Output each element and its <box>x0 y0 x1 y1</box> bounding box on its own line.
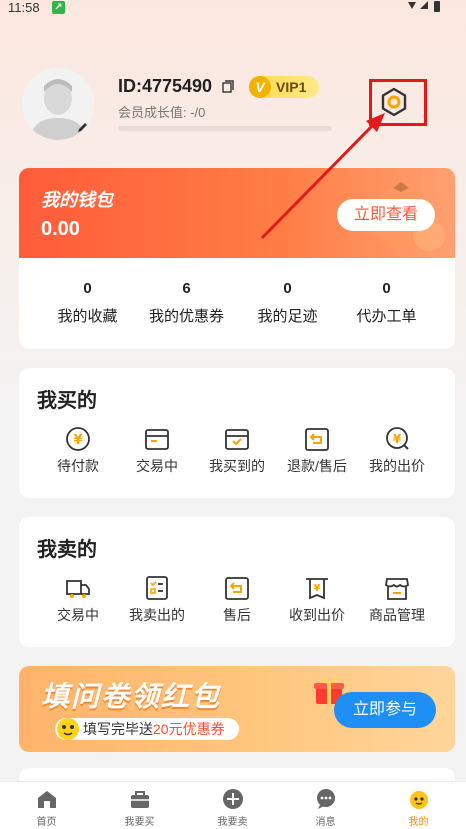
plus-circle-icon <box>222 789 243 809</box>
tab-label: 消息 <box>315 817 336 828</box>
banner-subtitle-highlight: 20元优惠券 <box>153 721 225 737</box>
stat-value: 0 <box>283 280 292 297</box>
stat-coupons[interactable]: 6 我的优惠券 <box>132 280 241 326</box>
wallet-header: 我的钱包 0.00 立即查看 <box>19 168 455 258</box>
vip-level: VIP1 <box>276 79 307 95</box>
buy-item-my-bids[interactable]: ¥ 我的出价 <box>352 426 442 476</box>
stat-value: 0 <box>382 280 391 297</box>
truck-icon <box>66 580 90 598</box>
growth-value: 会员成长值: -/0 <box>118 105 206 120</box>
sell-item-label: 收到出价 <box>289 607 345 623</box>
sell-section-card: 我卖的 交易中 我卖出的 售后 ¥ 收到出价 商品管理 <box>19 517 455 647</box>
growth-progress-bar <box>118 126 332 131</box>
sell-item-in-transaction[interactable]: 交易中 <box>33 575 123 625</box>
sell-item-product-management[interactable]: 商品管理 <box>352 575 442 625</box>
tab-label: 我要卖 <box>217 817 248 828</box>
battery-icon <box>434 1 440 12</box>
settings-highlight-box <box>369 79 427 126</box>
buy-item-label: 交易中 <box>136 458 178 474</box>
bag-icon <box>130 791 149 808</box>
stat-work-orders[interactable]: 0 代办工单 <box>332 280 441 326</box>
status-time: 11:58 <box>8 0 40 15</box>
bottom-tab-bar: 首页 我要买 我要卖 消息 我的 <box>0 781 466 829</box>
status-bar: 11:58 ↗ <box>0 0 466 16</box>
sell-item-label: 售后 <box>223 607 251 623</box>
wallet-card: 我的钱包 0.00 立即查看 0 我的收藏 6 我的优惠券 0 我的足迹 0 代… <box>19 168 455 349</box>
app-notification-icon: ↗ <box>52 1 65 14</box>
mascot-icon <box>409 791 428 809</box>
sell-item-label: 我卖出的 <box>129 607 185 623</box>
view-wallet-button[interactable]: 立即查看 <box>337 199 435 231</box>
vip-icon: V <box>249 76 271 98</box>
status-icons <box>408 1 440 12</box>
tab-home[interactable]: 首页 <box>0 788 93 828</box>
banner-subtitle: 填写完毕送20元优惠券 <box>55 718 239 740</box>
tab-messages[interactable]: 消息 <box>279 788 372 828</box>
vip-badge[interactable]: V VIP1 <box>249 76 319 98</box>
stat-favorites[interactable]: 0 我的收藏 <box>33 280 142 326</box>
receipt-icon: ¥ <box>306 578 328 600</box>
mascot-icon <box>57 718 79 740</box>
buy-item-in-transaction[interactable]: 交易中 <box>112 426 202 476</box>
svg-text:¥: ¥ <box>393 432 402 446</box>
stat-value: 6 <box>182 280 191 297</box>
stat-label: 我的优惠券 <box>148 308 224 325</box>
stat-label: 我的足迹 <box>257 308 318 325</box>
tab-mine[interactable]: 我的 <box>372 788 465 828</box>
stat-footprints[interactable]: 0 我的足迹 <box>233 280 342 326</box>
return-icon <box>305 428 329 451</box>
buy-item-refund[interactable]: 退款/售后 <box>272 426 362 476</box>
sell-item-label: 交易中 <box>57 607 99 623</box>
stat-label: 代办工单 <box>356 308 417 325</box>
edit-avatar-icon[interactable] <box>76 120 90 134</box>
sell-item-sold[interactable]: 我卖出的 <box>112 575 202 625</box>
tab-label: 首页 <box>36 817 57 828</box>
buy-section-card: 我买的 ¥ 待付款 交易中 我买到的 退款/售后 ¥ 我的出价 <box>19 368 455 498</box>
list-icon <box>146 576 168 600</box>
yuan-coin-icon: ¥ <box>66 427 90 451</box>
box-icon <box>145 429 169 450</box>
buy-item-received[interactable]: 我买到的 <box>192 426 282 476</box>
svg-text:¥: ¥ <box>314 583 321 594</box>
sell-section-title: 我卖的 <box>37 539 97 561</box>
stat-value: 0 <box>83 280 92 297</box>
svg-text:¥: ¥ <box>73 433 82 448</box>
box-check-icon <box>225 429 249 450</box>
tab-label: 我要买 <box>124 817 155 828</box>
buy-item-label: 待付款 <box>57 458 99 474</box>
message-icon <box>316 789 335 809</box>
wallet-balance: 0.00 <box>41 218 80 240</box>
user-id: ID:4775490 <box>118 76 213 96</box>
return-icon <box>225 577 249 600</box>
sell-item-label: 商品管理 <box>369 607 425 623</box>
banner-subtitle-text: 填写完毕送 <box>83 721 153 737</box>
bid-icon: ¥ <box>386 427 409 450</box>
stat-label: 我的收藏 <box>57 308 118 325</box>
store-icon <box>385 578 409 600</box>
signal-icon <box>420 1 428 9</box>
sell-item-after-sales[interactable]: 售后 <box>192 575 282 625</box>
tab-buy[interactable]: 我要买 <box>93 788 186 828</box>
join-survey-button[interactable]: 立即参与 <box>334 692 436 728</box>
banner-title: 填问卷领红包 <box>41 681 222 712</box>
sell-item-received-bids[interactable]: ¥ 收到出价 <box>272 575 362 625</box>
tab-label: 我的 <box>408 817 429 828</box>
buy-item-pending-payment[interactable]: ¥ 待付款 <box>33 426 123 476</box>
wallet-title: 我的钱包 <box>41 190 113 210</box>
buy-item-label: 我买到的 <box>209 458 265 474</box>
buy-item-label: 退款/售后 <box>287 458 347 474</box>
buy-section-title: 我买的 <box>37 390 97 412</box>
wifi-icon <box>408 2 416 9</box>
home-icon <box>37 791 56 808</box>
buy-item-label: 我的出价 <box>369 458 425 474</box>
copy-icon[interactable] <box>222 80 234 93</box>
survey-banner[interactable]: 填问卷领红包 填写完毕送20元优惠券 立即参与 <box>19 666 455 752</box>
stats-row: 0 我的收藏 6 我的优惠券 0 我的足迹 0 代办工单 <box>19 280 455 340</box>
tab-sell[interactable]: 我要卖 <box>186 788 279 828</box>
